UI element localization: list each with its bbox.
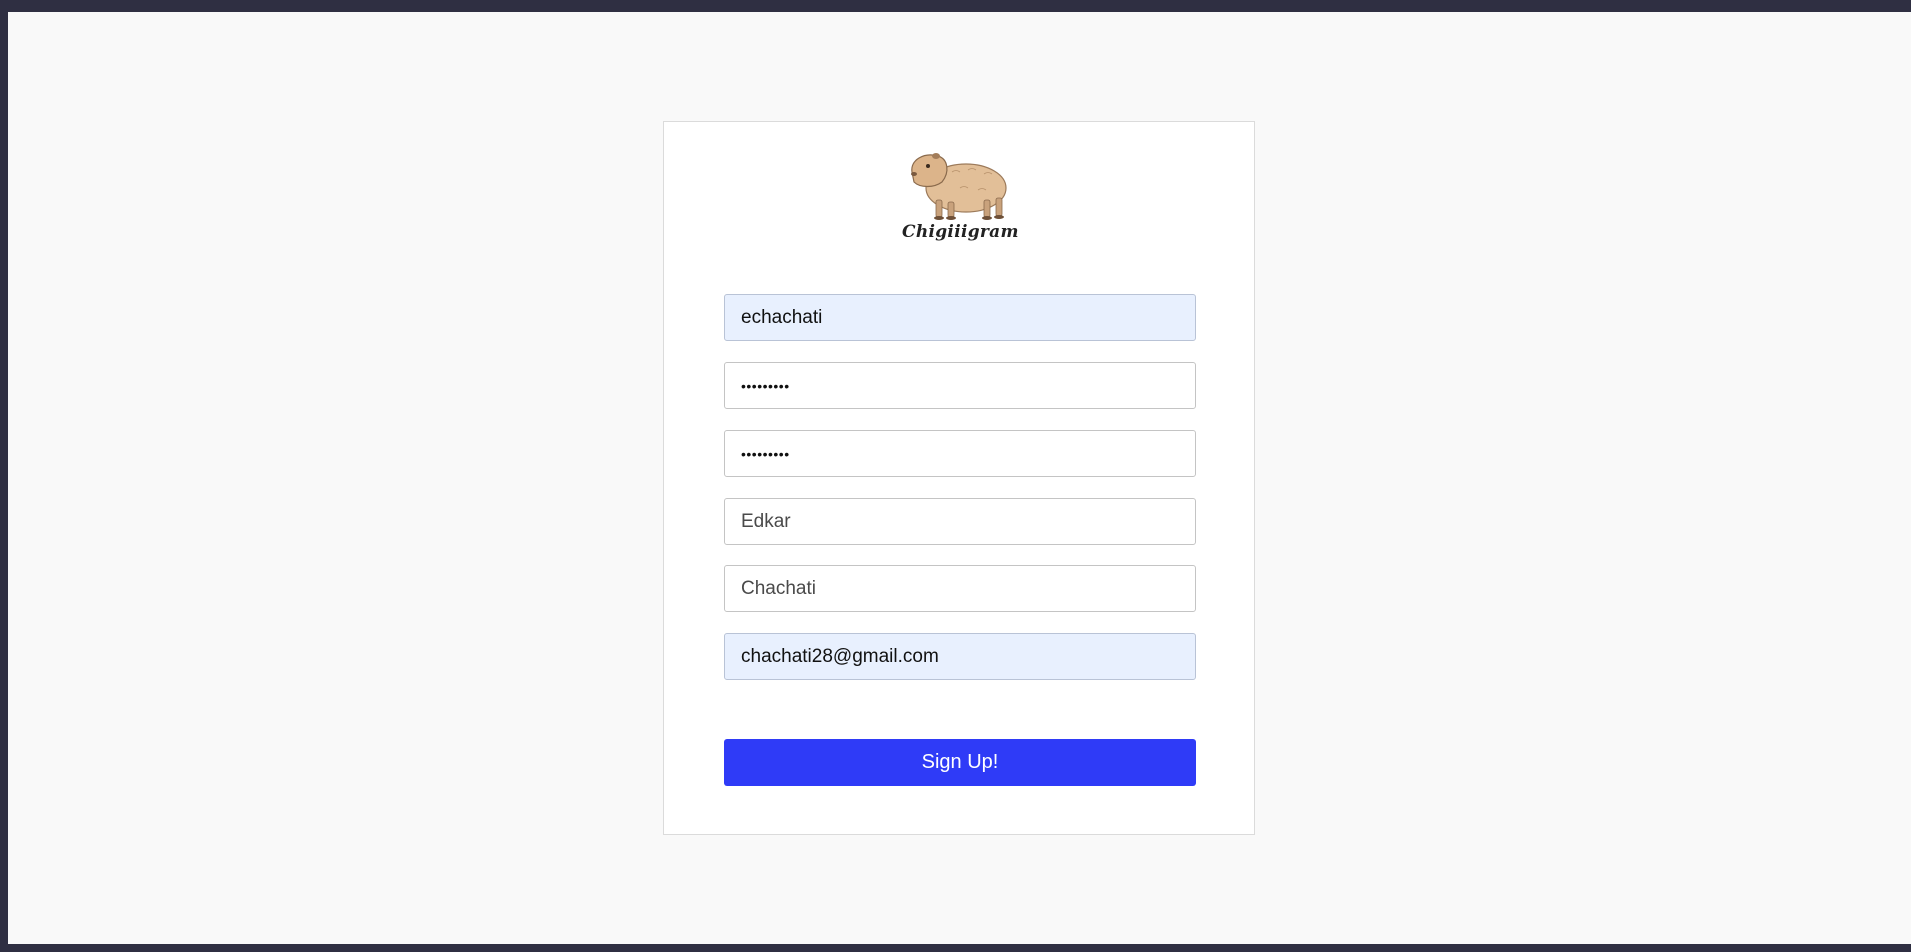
email-field[interactable] bbox=[724, 633, 1196, 680]
capybara-logo-icon bbox=[911, 153, 1007, 220]
window-bottom-bar bbox=[0, 944, 1911, 952]
window-left-edge bbox=[0, 0, 8, 952]
signup-card: Chigiiigram Sign Up! bbox=[663, 121, 1255, 835]
window-top-bar bbox=[0, 0, 1911, 12]
sign-up-button[interactable]: Sign Up! bbox=[724, 739, 1196, 786]
brand-logo-text: Chigiiigram bbox=[902, 222, 1019, 242]
first-name-field[interactable] bbox=[724, 498, 1196, 545]
confirm-password-field[interactable] bbox=[724, 430, 1196, 477]
brand-logo: Chigiiigram bbox=[902, 142, 1018, 254]
page-viewport: Chigiiigram Sign Up! bbox=[8, 12, 1911, 944]
username-field[interactable] bbox=[724, 294, 1196, 341]
password-field[interactable] bbox=[724, 362, 1196, 409]
last-name-field[interactable] bbox=[724, 565, 1196, 612]
